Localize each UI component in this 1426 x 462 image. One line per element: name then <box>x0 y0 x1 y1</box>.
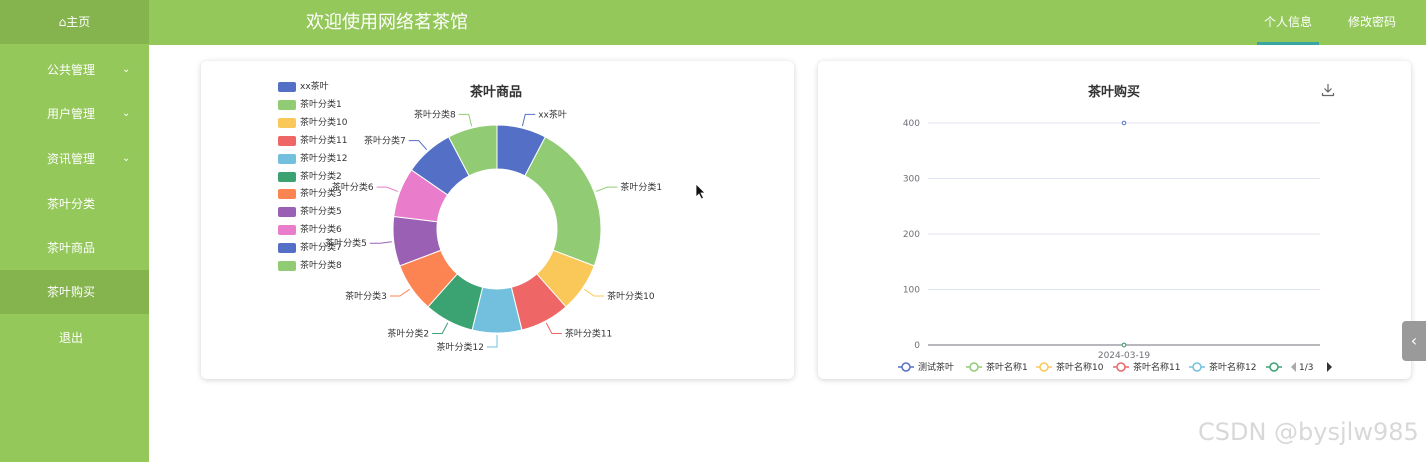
pie-label-line <box>369 241 392 244</box>
pie-label: 茶叶分类12 <box>437 341 484 353</box>
pie-slice[interactable] <box>524 136 602 267</box>
legend-item[interactable]: 茶叶名称10 <box>1036 361 1104 373</box>
pie-label-line <box>432 322 449 334</box>
legend-label: 茶叶名称1 <box>986 361 1028 373</box>
chart-card-purchases: 茶叶购买 400 300 200 100 0 2024-03-19 测试茶叶 茶叶名称1 茶叶名… <box>818 61 1411 379</box>
tab-profile[interactable]: 个人信息 <box>1257 0 1319 45</box>
y-tick-label: 300 <box>903 175 920 185</box>
legend-item[interactable]: 茶叶名称1 <box>966 361 1028 373</box>
pie-label-line <box>487 335 498 348</box>
mouse-cursor-icon <box>695 183 706 200</box>
legend-label: 测试茶叶 <box>918 361 954 373</box>
x-tick-label: 2024-03-19 <box>1098 351 1151 361</box>
tab-label: 个人信息 <box>1263 15 1312 29</box>
pie-label-line <box>583 288 605 297</box>
active-tab-indicator <box>1257 42 1319 45</box>
legend-item[interactable] <box>1266 362 1282 372</box>
donut-chart: xx茶叶茶叶分类1 茶叶分类10 茶叶分类11 茶叶分类12 茶叶分类2 茶叶分类3 茶叶分… <box>325 108 662 353</box>
sidebar: ⌂主页 公共管理 ⌄ 用户管理 ⌄ 资讯管理 ⌄ 茶叶分类 茶叶商品 茶叶购买 … <box>0 0 149 462</box>
sidebar-item-label: 茶叶商品 <box>47 241 96 255</box>
sidebar-home[interactable]: ⌂主页 <box>0 0 149 44</box>
pie-label-line <box>408 140 428 150</box>
legend-prev-icon[interactable] <box>1291 362 1296 372</box>
pie-label-line <box>389 288 411 297</box>
pie-label: 茶叶分类1 <box>620 181 662 193</box>
pie-label-line <box>521 113 536 127</box>
pie-label: 茶叶分类5 <box>325 237 367 249</box>
pie-label-line <box>545 322 562 334</box>
sidebar-item-logout[interactable]: 退出 <box>0 316 149 360</box>
sidebar-item-tea-category[interactable]: 茶叶分类 <box>0 182 149 226</box>
y-tick-label: 0 <box>914 341 920 351</box>
sidebar-item-public[interactable]: 公共管理 ⌄ <box>0 48 149 92</box>
pie-label: 茶叶分类3 <box>345 290 387 302</box>
legend-next-icon[interactable] <box>1327 362 1332 372</box>
sidebar-home-label: 主页 <box>66 15 91 29</box>
legend-label: 茶叶名称12 <box>1209 361 1256 373</box>
sidebar-item-label: 茶叶购买 <box>47 285 96 299</box>
sidebar-item-news[interactable]: 资讯管理 ⌄ <box>0 137 149 181</box>
pie-label: 茶叶分类11 <box>565 327 612 339</box>
pie-label: 茶叶分类6 <box>332 181 374 193</box>
pie-label: 茶叶分类2 <box>387 327 429 339</box>
data-point[interactable] <box>1121 120 1127 126</box>
legend-label: 茶叶名称10 <box>1056 361 1104 373</box>
tab-change-password[interactable]: 修改密码 <box>1347 0 1397 45</box>
sidebar-item-tea-products[interactable]: 茶叶商品 <box>0 226 149 270</box>
pie-label: 茶叶分类10 <box>607 290 655 302</box>
sidebar-item-tea-purchase[interactable]: 茶叶购买 <box>0 270 149 314</box>
sidebar-item-label: 资讯管理 <box>47 152 96 166</box>
pie-label-line <box>595 186 618 192</box>
chevron-down-icon: ⌄ <box>122 64 131 75</box>
y-tick-label: 400 <box>903 119 920 129</box>
sidebar-item-label: 用户管理 <box>47 107 96 121</box>
tab-label: 修改密码 <box>1347 15 1396 29</box>
legend-page-indicator: 1/3 <box>1299 363 1313 373</box>
sidebar-item-users[interactable]: 用户管理 ⌄ <box>0 92 149 136</box>
watermark: CSDN @bysjlw985 <box>1198 418 1419 446</box>
data-point[interactable] <box>1121 342 1127 348</box>
y-tick-label: 100 <box>903 286 920 296</box>
legend-item[interactable]: 茶叶名称11 <box>1113 361 1180 373</box>
line-chart: 400 300 200 100 0 2024-03-19 测试茶叶 茶叶名称1 茶叶名称10 茶叶… <box>898 119 1332 373</box>
sidebar-item-label: 茶叶分类 <box>47 197 96 211</box>
collapse-panel-button[interactable]: ‹ <box>1402 321 1426 361</box>
page-title: 欢迎使用网络茗茶馆 <box>306 12 468 33</box>
pie-label: xx茶叶 <box>538 108 567 120</box>
chart-card-products: 茶叶商品 xx茶叶 茶叶分类1 茶叶分类10 茶叶分类11 茶叶分类12 茶叶分类2 茶叶分… <box>201 61 794 379</box>
pie-label-line <box>458 113 473 127</box>
legend-item[interactable]: 测试茶叶 <box>898 361 954 373</box>
legend-item[interactable]: 茶叶名称12 <box>1189 361 1256 373</box>
sidebar-item-label: 公共管理 <box>47 63 96 77</box>
chevron-down-icon: ⌄ <box>122 153 131 164</box>
pie-label: 茶叶分类7 <box>364 135 406 147</box>
pie-label: 茶叶分类8 <box>414 108 456 120</box>
sidebar-item-label: 退出 <box>59 331 84 345</box>
legend-label: 茶叶名称11 <box>1133 361 1180 373</box>
header: 欢迎使用网络茗茶馆 个人信息 修改密码 <box>149 0 1426 45</box>
y-tick-label: 200 <box>903 230 920 240</box>
chevron-down-icon: ⌄ <box>122 108 131 119</box>
pie-label-line <box>376 186 399 192</box>
chevron-left-icon: ‹ <box>1410 331 1418 350</box>
